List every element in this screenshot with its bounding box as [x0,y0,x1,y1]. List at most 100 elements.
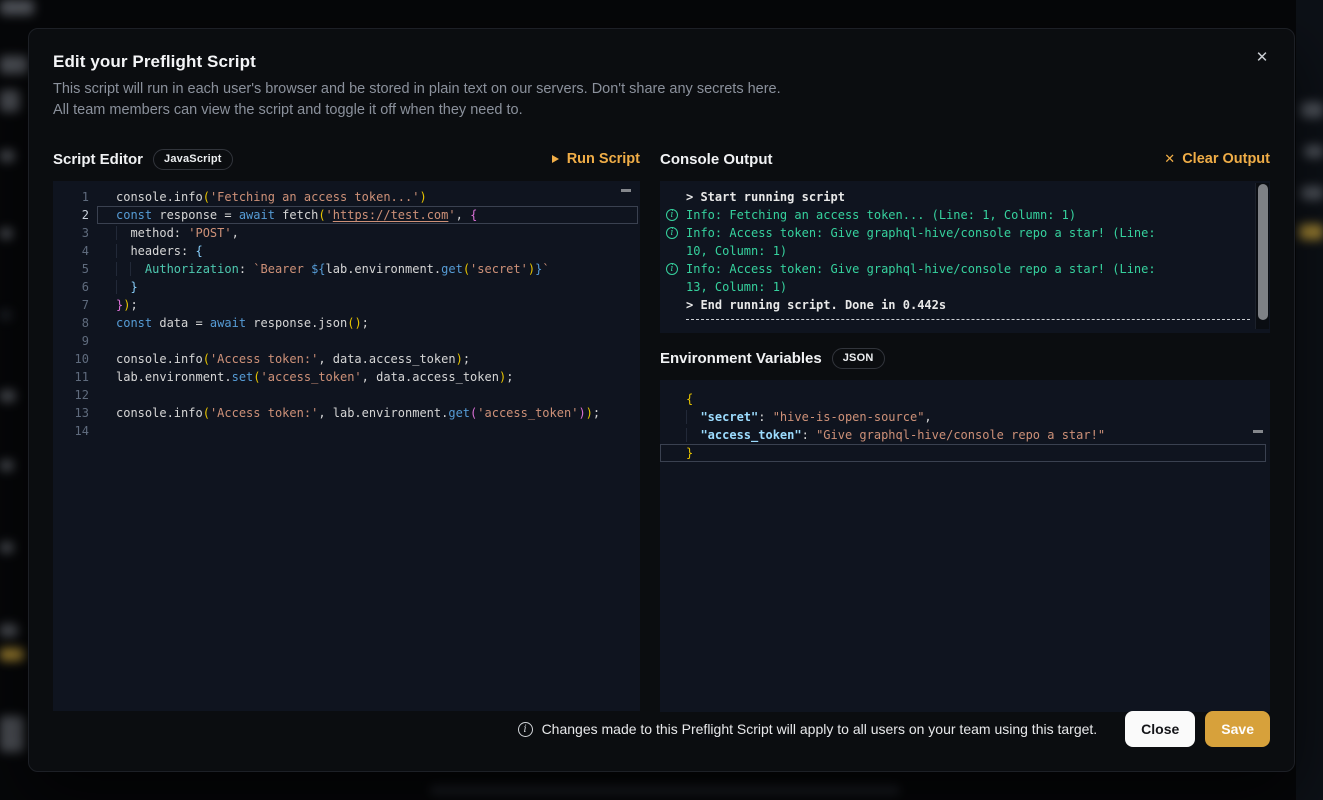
code-line[interactable]: 8const data = await response.json(); [53,314,640,332]
console-scrollbar-thumb[interactable] [1258,184,1268,320]
background-blur-decor [0,56,28,74]
code-token: lab.environment. [326,262,442,276]
code-token: set [232,370,254,384]
background-blur-decor [1299,224,1323,240]
line-number: 5 [53,260,97,278]
background-blur-decor [0,648,24,661]
console-icon-cell: i [664,206,680,224]
code-token: { [470,208,477,222]
code-line-content[interactable]: } [97,278,638,296]
env-line[interactable]: "secret": "hive-is-open-source", [660,408,1270,426]
code-line-content[interactable]: console.info('Access token:', data.acces… [97,350,638,368]
code-token: console.info [116,352,203,366]
code-token: "access_token" [700,428,801,442]
code-token: ( [463,262,470,276]
env-line[interactable]: } [660,444,1270,462]
code-token: } [686,446,693,460]
code-token: , data.access_token [318,352,455,366]
code-line[interactable]: 6 } [53,278,640,296]
console-line-text: Info: Access token: Give graphql-hive/co… [686,260,1182,296]
code-token: ${ [311,262,325,276]
code-line[interactable]: 13console.info('Access token:', lab.envi… [53,404,640,422]
code-line[interactable]: 2const response = await fetch('https://t… [53,206,640,224]
code-token: ; [463,352,470,366]
code-line-content[interactable]: }); [97,296,638,314]
console-line: > End running script. Done in 0.442s [660,296,1270,314]
line-number: 9 [53,332,97,350]
console-line-text: Info: Access token: Give graphql-hive/co… [686,224,1182,260]
code-line[interactable]: 1console.info('Fetching an access token.… [53,188,640,206]
background-blur-decor [0,460,14,471]
code-line-content[interactable] [97,332,638,350]
code-token: ) [586,406,593,420]
background-blur-decor [0,228,13,239]
code-token: headers: [130,244,195,258]
code-line-content[interactable]: lab.environment.set('access_token', data… [97,368,638,386]
javascript-badge: JavaScript [153,149,233,170]
line-number: 3 [53,224,97,242]
script-editor[interactable]: 1console.info('Fetching an access token.… [53,181,640,711]
code-line-content[interactable]: const response = await fetch('https://te… [97,206,638,224]
code-line[interactable]: 12 [53,386,640,404]
code-token: } [130,280,137,294]
env-line-content[interactable]: } [660,444,1266,462]
environment-variables-editor[interactable]: { "secret": "hive-is-open-source", "acce… [660,380,1270,712]
code-line-content[interactable] [97,386,638,404]
line-number: 13 [53,404,97,422]
code-line[interactable]: 5 Authorization: `Bearer ${lab.environme… [53,260,640,278]
background-blur-decor [1301,102,1323,118]
code-token: Authorization [145,262,239,276]
code-line-content[interactable]: Authorization: `Bearer ${lab.environment… [97,260,638,278]
code-line[interactable]: 10console.info('Access token:', data.acc… [53,350,640,368]
code-token: get [448,406,470,420]
run-script-button[interactable]: Run Script [551,151,640,167]
code-token: "Give graphql-hive/console repo a star!" [816,428,1105,442]
code-line[interactable]: 9 [53,332,640,350]
code-token: fetch [275,208,318,222]
clear-output-button[interactable]: ✕ Clear Output [1164,151,1270,167]
play-icon [551,154,560,164]
env-line[interactable]: "access_token": "Give graphql-hive/conso… [660,426,1270,444]
code-token: "secret" [700,410,758,424]
env-line-content[interactable]: "secret": "hive-is-open-source", [660,408,1266,426]
console-scrollbar[interactable] [1255,183,1269,329]
env-line-content[interactable]: "access_token": "Give graphql-hive/conso… [660,426,1266,444]
code-token: , [924,410,931,424]
save-button[interactable]: Save [1205,711,1270,747]
code-token: : [802,428,816,442]
console-icon-cell: i [664,224,680,260]
code-token: lab.environment. [116,370,232,384]
code-line[interactable]: 4 headers: { [53,242,640,260]
code-line-content[interactable] [97,422,638,440]
console-line: i Info: Fetching an access token... (Line… [660,206,1270,224]
line-number: 1 [53,188,97,206]
console-line: iInfo: Access token: Give graphql-hive/c… [660,224,1270,260]
modal-description: This script will run in each user's brow… [53,79,1270,121]
code-line[interactable]: 11lab.environment.set('access_token', da… [53,368,640,386]
code-token: data = [152,316,210,330]
console-line-text: Info: Fetching an access token... (Line:… [686,206,1182,224]
code-line-content[interactable]: console.info('Access token:', lab.enviro… [97,404,638,422]
code-token: ( [253,370,260,384]
code-line[interactable]: 3 method: 'POST', [53,224,640,242]
code-line-content[interactable]: headers: { [97,242,638,260]
env-line[interactable]: { [660,390,1270,408]
code-line-content[interactable]: console.info('Fetching an access token..… [97,188,638,206]
code-token: https://test.com [333,208,449,222]
code-token: 'access_token' [477,406,578,420]
info-circle-icon: i [666,209,678,221]
background-blur-decor [0,542,14,553]
background-column [1296,0,1323,800]
code-line[interactable]: 7}); [53,296,640,314]
env-line-content[interactable]: { [660,390,1266,408]
code-token: ( [203,406,210,420]
background-blur-decor [0,716,24,752]
code-line[interactable]: 14 [53,422,640,440]
code-token: 'access_token' [261,370,362,384]
code-token: ) [456,352,463,366]
close-icon[interactable]: ✕ [1250,45,1274,69]
code-token: 'secret' [470,262,528,276]
close-button[interactable]: Close [1125,711,1195,747]
code-line-content[interactable]: const data = await response.json(); [97,314,638,332]
code-line-content[interactable]: method: 'POST', [97,224,638,242]
